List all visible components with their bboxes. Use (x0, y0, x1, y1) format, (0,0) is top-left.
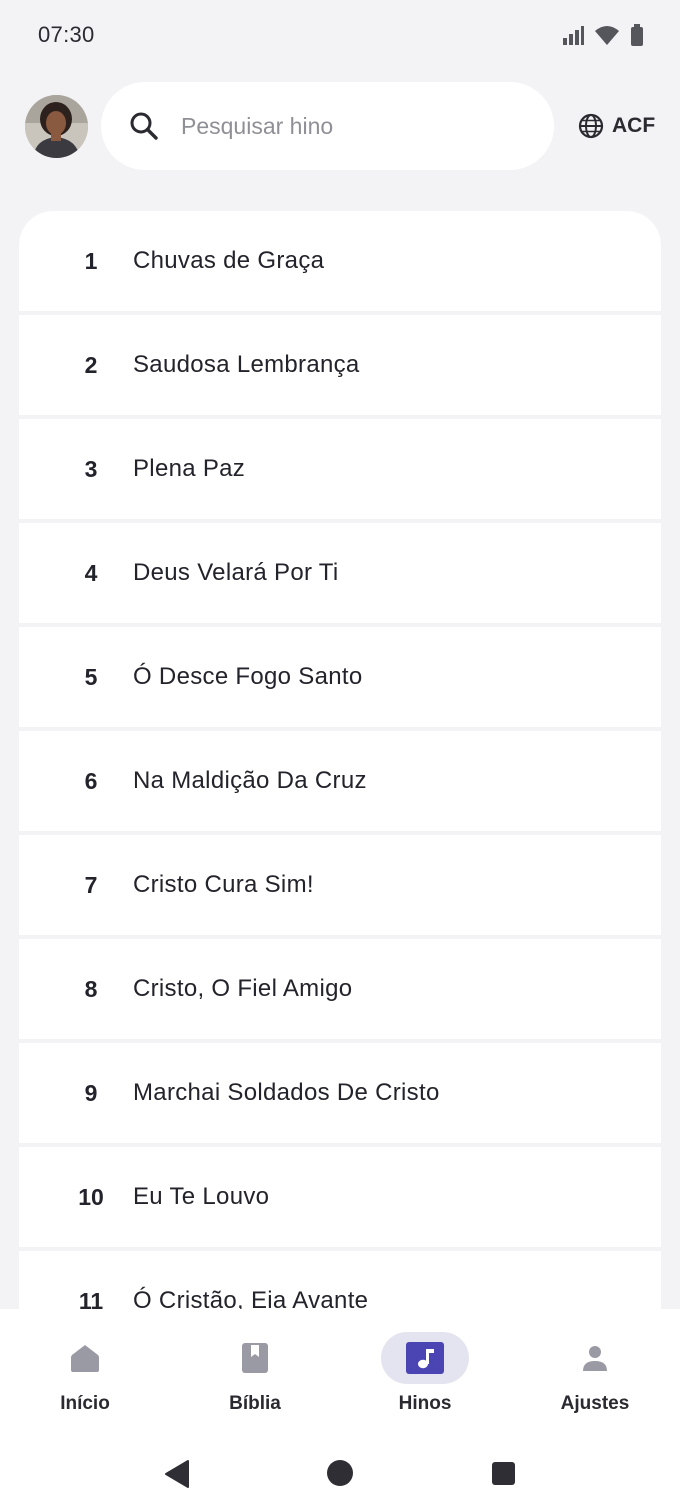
hymn-title: Chuvas de Graça (133, 247, 325, 274)
person-icon (583, 1346, 607, 1371)
search-bar[interactable] (101, 82, 554, 170)
nav-label: Bíblia (229, 1393, 281, 1414)
hymn-number: 7 (84, 871, 98, 898)
hymn-number: 6 (84, 767, 98, 794)
nav-item-ajustes[interactable]: Ajustes (510, 1309, 680, 1429)
hymn-number: 3 (84, 455, 98, 482)
system-navigation-bar (0, 1429, 680, 1511)
hymn-title: Ó Cristão, Eia Avante (133, 1287, 369, 1309)
hymn-number: 1 (84, 247, 98, 274)
wifi-icon (595, 26, 619, 45)
nav-item-inicio[interactable]: Início (0, 1309, 170, 1429)
hymn-row[interactable]: 7 Cristo Cura Sim! (19, 835, 661, 935)
avatar[interactable] (25, 95, 88, 158)
bottom-navigation: Início Bíblia Hinos Ajustes (0, 1309, 680, 1429)
signal-icon (563, 26, 584, 45)
hymn-title: Deus Velará Por Ti (133, 559, 339, 586)
avatar-image (25, 95, 88, 158)
hymn-title: Marchai Soldados De Cristo (133, 1079, 440, 1106)
hymn-row[interactable]: 11 Ó Cristão, Eia Avante (19, 1251, 661, 1309)
globe-icon (578, 113, 604, 139)
search-input[interactable] (181, 112, 511, 140)
hymn-row[interactable]: 9 Marchai Soldados De Cristo (19, 1043, 661, 1143)
music-note-icon (406, 1342, 444, 1374)
hymn-number: 4 (84, 559, 98, 586)
hymn-number: 8 (84, 975, 98, 1002)
hymn-title: Cristo, O Fiel Amigo (133, 975, 353, 1002)
nav-icon-container (551, 1332, 639, 1384)
hymn-title: Saudosa Lembrança (133, 351, 360, 378)
nav-icon-container (41, 1332, 129, 1384)
hymn-title: Na Maldição Da Cruz (133, 767, 367, 794)
hymn-title: Cristo Cura Sim! (133, 871, 314, 898)
nav-label: Hinos (398, 1393, 452, 1414)
hymn-title: Eu Te Louvo (133, 1183, 270, 1210)
hymn-number: 9 (84, 1079, 98, 1106)
nav-icon-container (211, 1332, 299, 1384)
status-bar: 07:30 (0, 0, 680, 70)
hymn-row[interactable]: 5 Ó Desce Fogo Santo (19, 627, 661, 727)
nav-icon-container (381, 1332, 469, 1384)
hymn-number: 11 (78, 1287, 104, 1310)
nav-item-biblia[interactable]: Bíblia (170, 1309, 340, 1429)
battery-icon (631, 24, 643, 46)
status-icons (562, 24, 644, 46)
recents-icon[interactable] (491, 1461, 516, 1486)
bible-version-label: ACF (612, 114, 656, 137)
hymn-row[interactable]: 4 Deus Velará Por Ti (19, 523, 661, 623)
hymn-number: 5 (84, 663, 98, 690)
hymn-row[interactable]: 10 Eu Te Louvo (19, 1147, 661, 1247)
status-time: 07:30 (38, 22, 95, 47)
home-button-icon[interactable] (326, 1459, 354, 1487)
hymn-row[interactable]: 6 Na Maldição Da Cruz (19, 731, 661, 831)
hymn-row[interactable]: 2 Saudosa Lembrança (19, 315, 661, 415)
nav-item-hinos[interactable]: Hinos (340, 1309, 510, 1429)
hymn-row[interactable]: 1 Chuvas de Graça (19, 211, 661, 311)
hymn-list: 1 Chuvas de Graça 2 Saudosa Lembrança 3 … (19, 211, 661, 1309)
nav-label: Início (60, 1393, 110, 1414)
nav-label: Ajustes (560, 1393, 630, 1414)
hymn-title: Ó Desce Fogo Santo (133, 663, 363, 690)
hymn-row[interactable]: 8 Cristo, O Fiel Amigo (19, 939, 661, 1039)
home-icon (71, 1345, 99, 1372)
bible-version-selector[interactable]: ACF (578, 112, 655, 140)
hymn-title: Plena Paz (133, 455, 246, 482)
search-icon (130, 112, 158, 140)
book-icon (242, 1343, 268, 1373)
hymn-row[interactable]: 3 Plena Paz (19, 419, 661, 519)
hymn-number: 10 (78, 1183, 104, 1210)
top-bar: ACF (0, 82, 680, 170)
hymn-number: 2 (84, 351, 98, 378)
back-icon[interactable] (163, 1459, 191, 1489)
